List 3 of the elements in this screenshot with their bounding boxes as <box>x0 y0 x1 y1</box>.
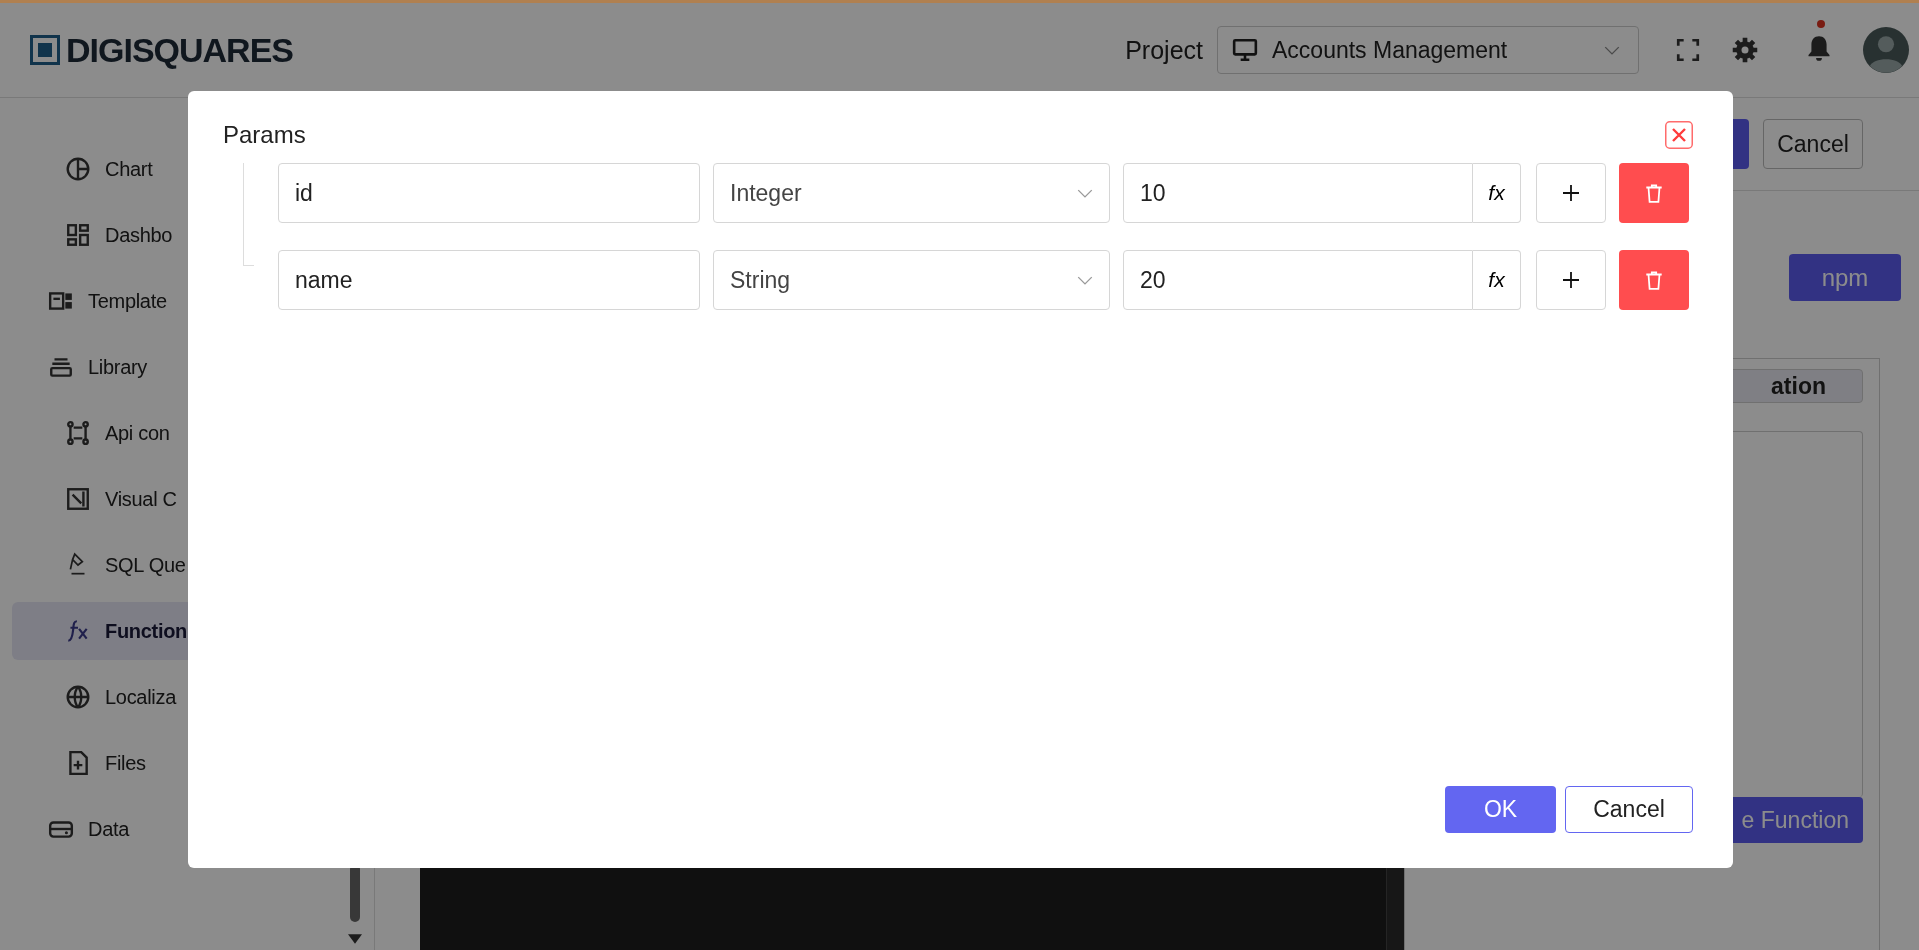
logo-text: DIGISQUARES <box>66 30 294 70</box>
dialog-title: Params <box>223 121 306 149</box>
project-label: Project <box>1125 35 1203 65</box>
